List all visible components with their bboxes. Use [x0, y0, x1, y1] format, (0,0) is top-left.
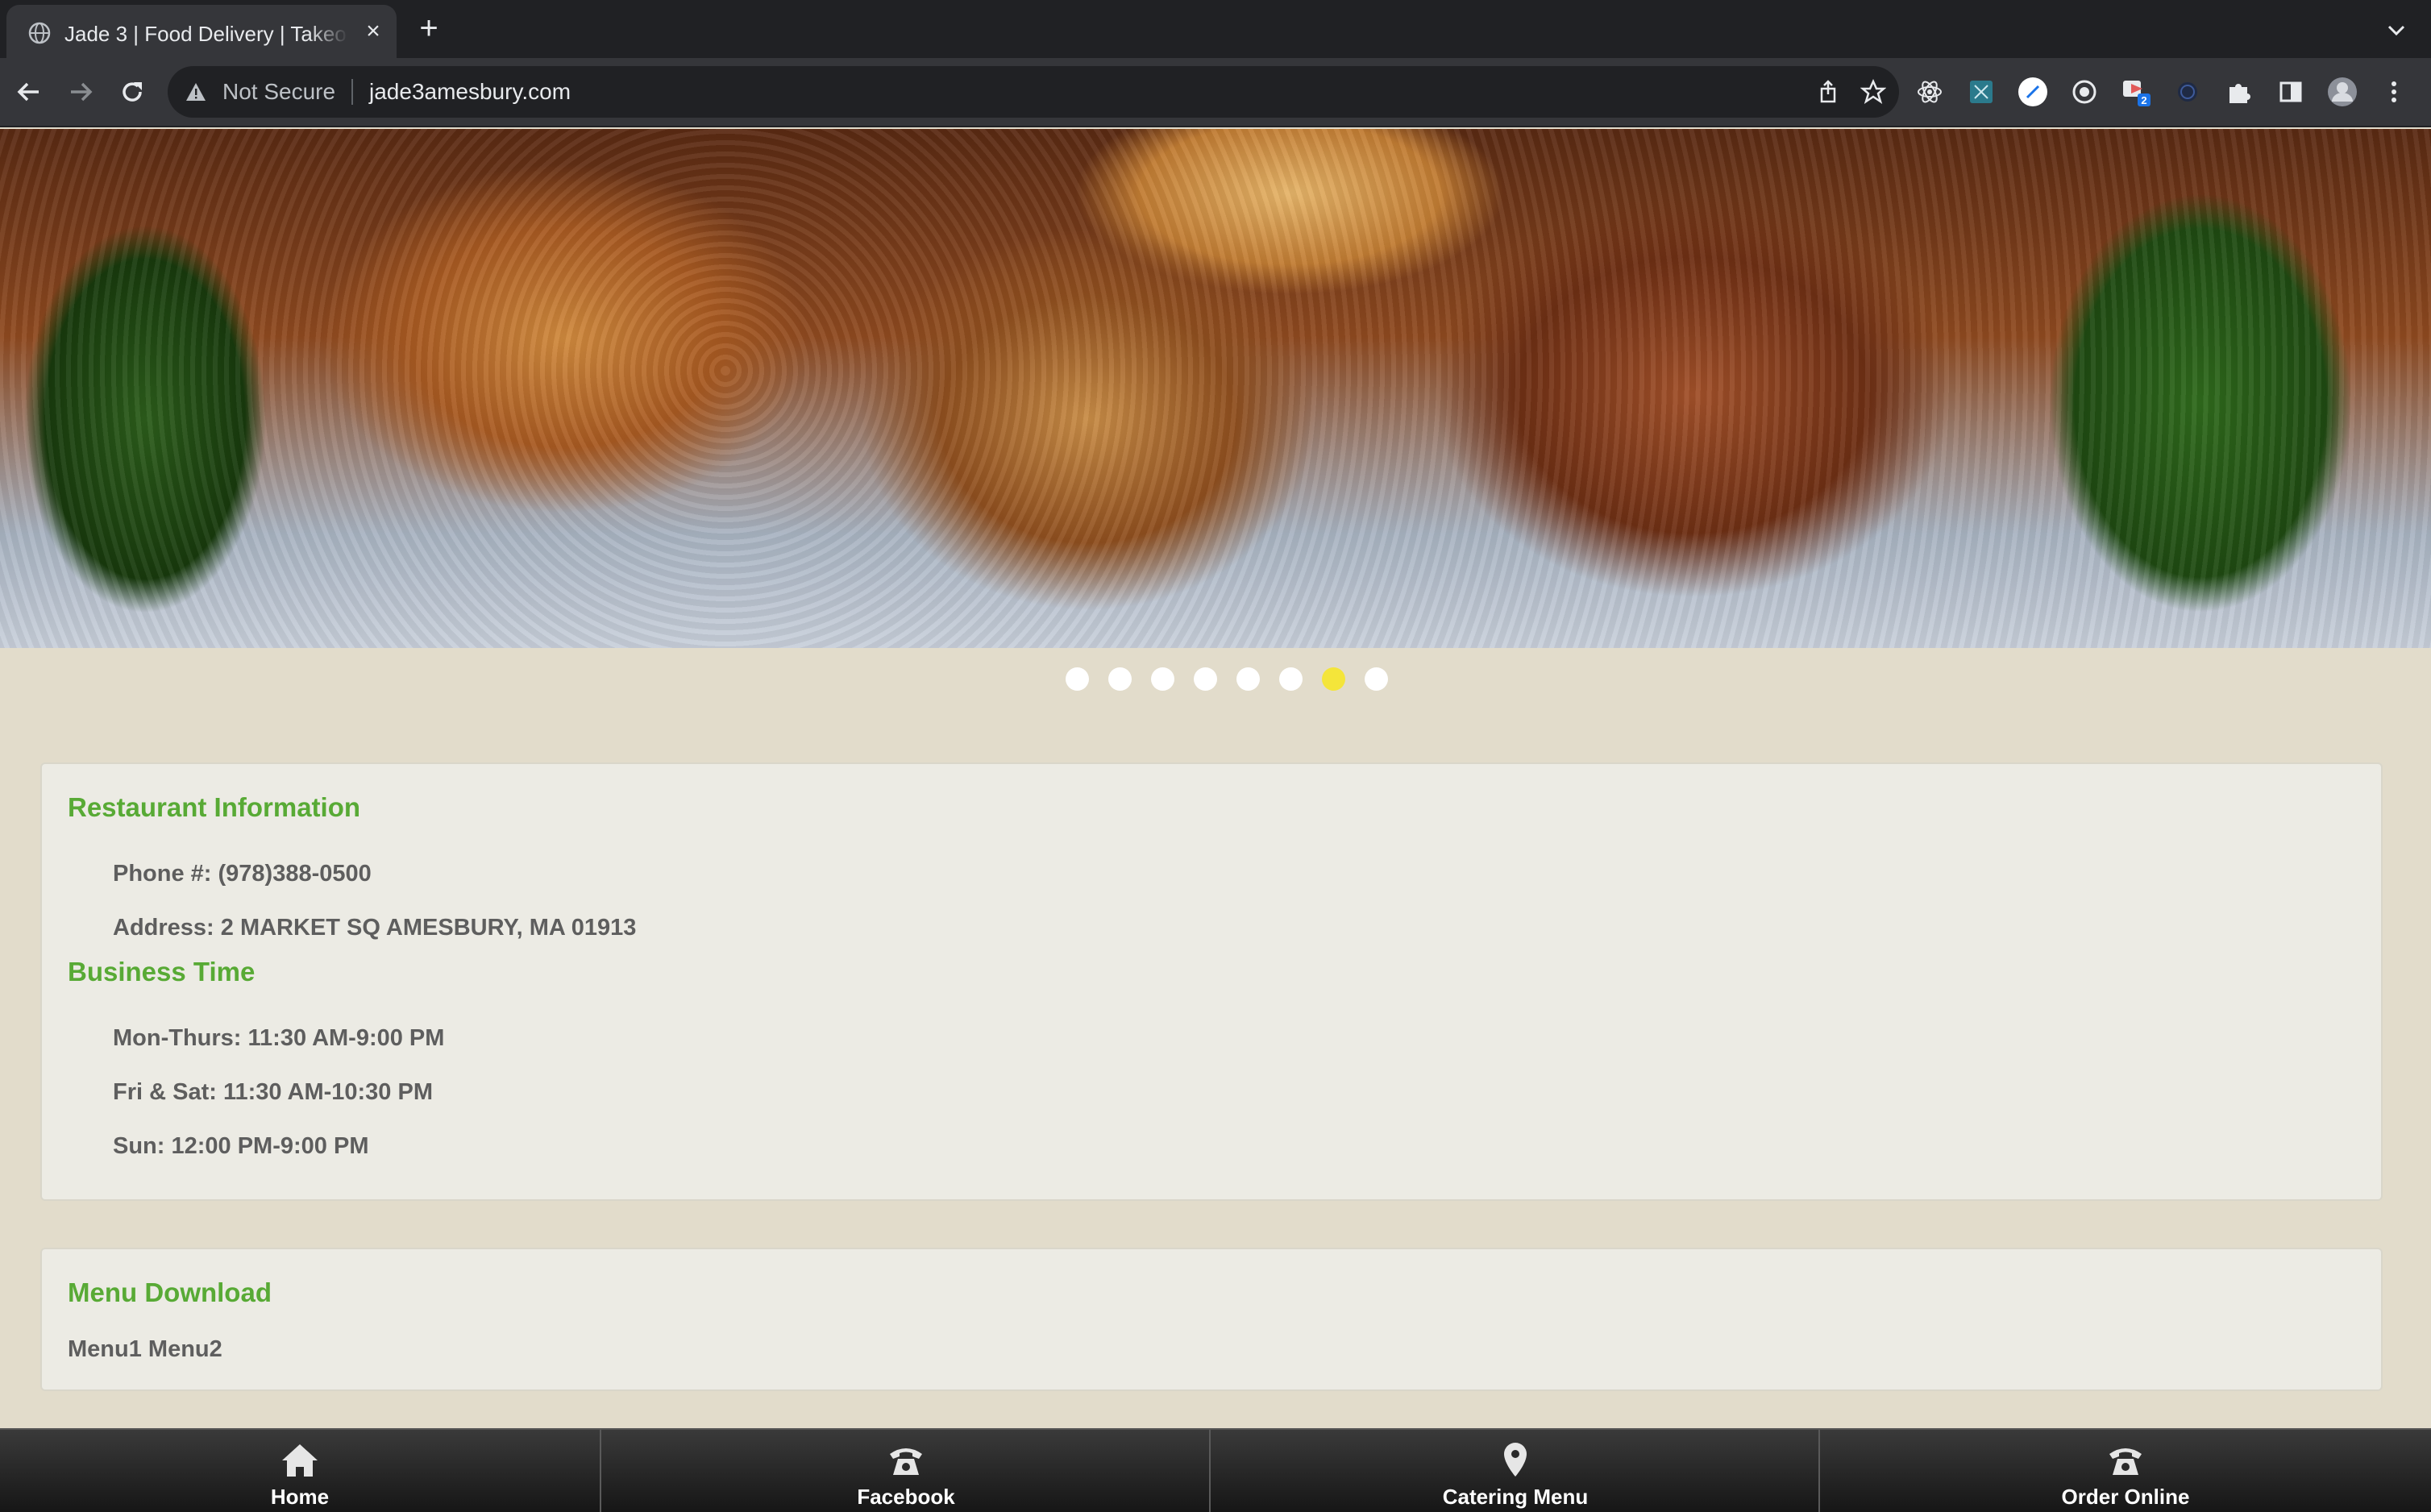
security-label[interactable]: Not Secure	[222, 79, 335, 105]
browser-toolbar: Not Secure jade3amesbury.com 2	[0, 58, 2431, 127]
warning-icon[interactable]	[185, 82, 206, 102]
nav-facebook-label: Facebook	[857, 1485, 955, 1509]
reload-icon[interactable]	[114, 74, 150, 110]
new-tab-button[interactable]: +	[413, 12, 445, 45]
menu-links: Menu1 Menu2	[68, 1335, 222, 1364]
side-panel-icon[interactable]	[2273, 74, 2308, 110]
slideshow-dot[interactable]	[1236, 667, 1260, 691]
nav-order-online-label: Order Online	[2061, 1485, 2190, 1509]
react-devtools-icon[interactable]	[1912, 74, 1947, 110]
hero-slideshow-image	[0, 129, 2431, 648]
address: Address: 2 MARKET SQ AMESBURY, MA 01913	[113, 915, 637, 941]
more-menu-icon[interactable]	[2376, 74, 2412, 110]
slideshow-dot[interactable]	[1151, 667, 1174, 691]
accessibility-extension-icon[interactable]	[2170, 74, 2205, 110]
nav-facebook-button[interactable]: Facebook	[601, 1430, 1211, 1512]
menu-download-heading: Menu Download	[68, 1277, 272, 1307]
slideshow-pagination	[1066, 667, 1388, 692]
phone-icon	[890, 1448, 922, 1475]
omnibox-separator	[351, 79, 353, 105]
nav-home-button[interactable]: Home	[0, 1430, 600, 1512]
slideshow-dot[interactable]	[1066, 667, 1089, 691]
nav-order-online-button[interactable]: Order Online	[1820, 1430, 2431, 1512]
map-pin-icon	[1504, 1443, 1527, 1477]
slideshow-dot[interactable]	[1108, 667, 1132, 691]
puzzle-extensions-icon[interactable]	[2221, 74, 2257, 110]
nav-home-label: Home	[270, 1485, 330, 1509]
slideshow-dot[interactable]	[1194, 667, 1217, 691]
extension-grid-icon[interactable]	[1964, 74, 1999, 110]
browser-tab-strip: Jade 3 | Food Delivery | Takeout × +	[0, 0, 2431, 58]
globe-icon	[28, 22, 51, 44]
restaurant-info-heading: Restaurant Information	[68, 792, 361, 822]
bottom-navigation: Home Facebook Catering Menu Order Online	[0, 1428, 2431, 1512]
nav-catering-menu-button[interactable]: Catering Menu	[1211, 1430, 1820, 1512]
home-icon	[282, 1444, 318, 1477]
pen-extension-icon[interactable]	[2015, 74, 2051, 110]
menu1-link[interactable]: Menu1	[68, 1336, 142, 1362]
hours-mon-thurs: Mon-Thurs: 11:30 AM-9:00 PM	[113, 1025, 445, 1051]
browser-tab[interactable]: Jade 3 | Food Delivery | Takeout ×	[6, 5, 397, 58]
circle-extension-icon[interactable]	[2067, 74, 2102, 110]
hero-image-texture	[0, 129, 2431, 648]
hours-sun: Sun: 12:00 PM-9:00 PM	[113, 1133, 369, 1159]
slideshow-dot[interactable]	[1279, 667, 1303, 691]
share-icon[interactable]	[1815, 79, 1841, 105]
slideshow-dot[interactable]	[1365, 667, 1388, 691]
nav-catering-menu-label: Catering Menu	[1442, 1485, 1589, 1509]
extension-badge-count: 2	[2141, 94, 2146, 106]
phone-number: Phone #: (978)388-0500	[113, 861, 372, 887]
back-arrow-icon[interactable]	[11, 74, 47, 110]
profile-avatar-icon[interactable]	[2325, 74, 2360, 110]
tab-title: Jade 3 | Food Delivery | Takeout	[64, 22, 348, 46]
menu2-link[interactable]: Menu2	[148, 1336, 222, 1362]
restaurant-info-panel: Restaurant Information Phone #: (978)388…	[40, 762, 2383, 1201]
business-time-heading: Business Time	[68, 957, 256, 987]
forward-arrow-icon[interactable]	[63, 74, 98, 110]
phone-icon	[2109, 1448, 2142, 1475]
chevron-down-icon[interactable]	[2383, 16, 2410, 44]
badge-extension-icon[interactable]: 2	[2118, 74, 2154, 110]
bookmark-star-icon[interactable]	[1860, 79, 1886, 105]
close-tab-icon[interactable]: ×	[361, 19, 385, 44]
hours-fri-sat: Fri & Sat: 11:30 AM-10:30 PM	[113, 1079, 433, 1105]
slideshow-dot[interactable]	[1322, 667, 1345, 691]
menu-download-panel: Menu Download Menu1 Menu2	[40, 1248, 2383, 1391]
address-bar[interactable]: Not Secure jade3amesbury.com	[168, 66, 1899, 118]
url-text[interactable]: jade3amesbury.com	[369, 79, 571, 105]
